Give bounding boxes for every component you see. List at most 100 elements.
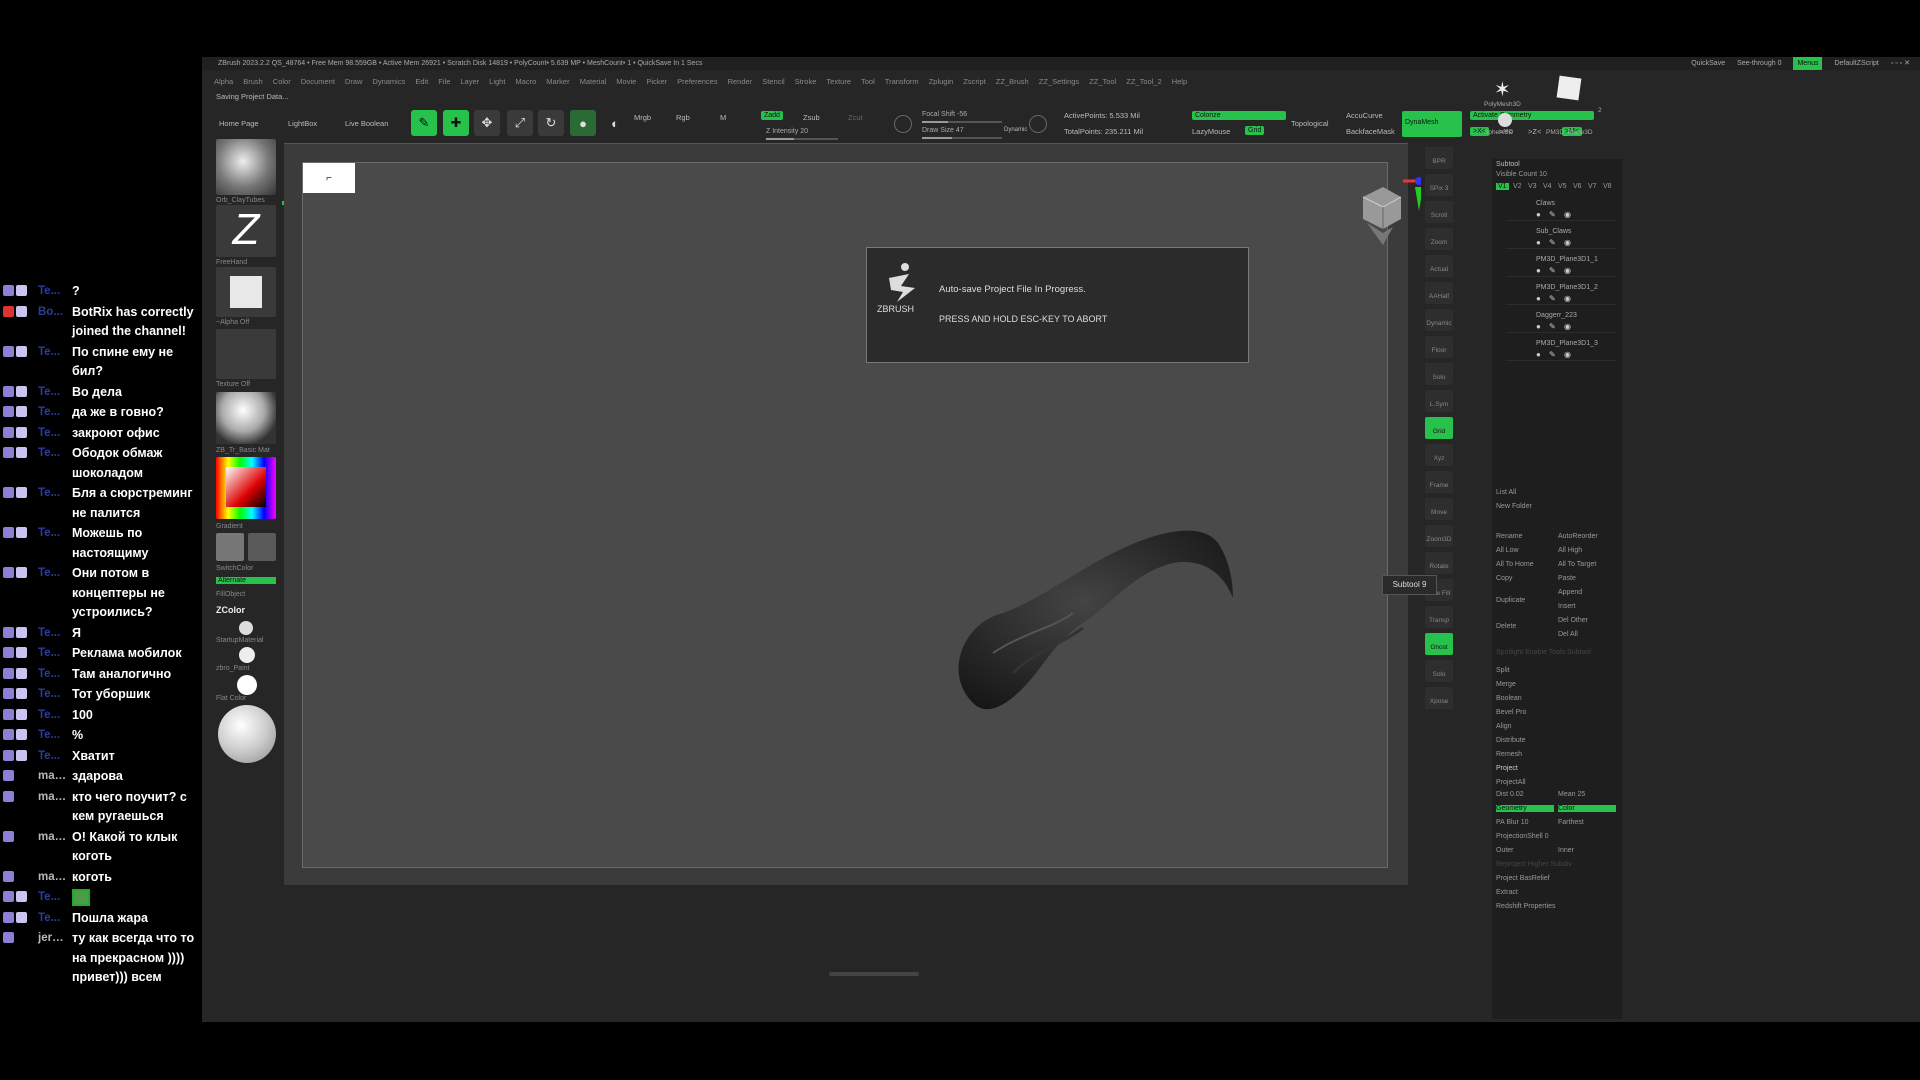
shelf-button-bpr[interactable]: BPR [1425,147,1453,169]
op-remesh[interactable]: Remesh [1496,751,1522,758]
shelf-button-frame[interactable]: Frame [1425,471,1453,493]
topological-button[interactable]: Topological [1291,119,1329,128]
fillobject-button[interactable]: FillObject [216,591,245,598]
visibility-tab-v6[interactable]: V6 [1571,183,1584,190]
visibility-tab-v4[interactable]: V4 [1541,183,1554,190]
menu-alpha[interactable]: Alpha [214,77,233,89]
material-sphere-button[interactable]: ● [570,110,596,136]
focal-shift-slider[interactable]: Focal Shift -56 [922,111,1002,123]
chat-username[interactable]: Bo... [38,303,68,323]
shelf-button-floor[interactable]: Floor [1425,336,1453,358]
menu-help[interactable]: Help [1172,77,1187,89]
grid-button[interactable]: Grid [1245,126,1265,135]
op-split[interactable]: Split [1496,667,1510,674]
menu-color[interactable]: Color [273,77,291,89]
plane-icon[interactable] [1556,75,1582,101]
action-all-to-target[interactable]: All To Target [1558,561,1596,568]
chat-username[interactable]: magi... [38,788,68,808]
menu-zz_brush[interactable]: ZZ_Brush [996,77,1029,89]
m-button[interactable]: M [720,113,726,122]
op-project[interactable]: Project [1496,765,1518,772]
shelf-button-xpose[interactable]: Xpose [1425,687,1453,709]
stroke-icon[interactable]: Z [216,205,276,257]
op-bevel-pro[interactable]: Bevel Pro [1496,709,1526,716]
shelf-button-l-sym[interactable]: L.Sym [1425,390,1453,412]
subtool-item[interactable]: Sub_Claws ● ✎ ◉ [1506,225,1616,249]
navigation-thumbnail[interactable]: ⌐ [303,163,355,193]
menu-picker[interactable]: Picker [646,77,667,89]
shelf-button-solo[interactable]: Solo [1425,363,1453,385]
menu-stencil[interactable]: Stencil [762,77,785,89]
shelf-button-ghost[interactable]: Ghost [1425,633,1453,655]
chat-username[interactable]: magi... [38,828,68,848]
chat-username[interactable]: Te... [38,343,68,363]
chat-username[interactable]: Te... [38,484,68,504]
menu-dynamics[interactable]: Dynamics [372,77,405,89]
subtool-toggle-icons[interactable]: ● ✎ ◉ [1536,294,1574,303]
chat-username[interactable]: Te... [38,424,68,444]
visibility-tab-v7[interactable]: V7 [1586,183,1599,190]
rgb-button[interactable]: Rgb [676,113,690,122]
zadd-button[interactable]: Zadd [761,111,783,120]
shelf-button-xyz[interactable]: Xyz [1425,444,1453,466]
chat-username[interactable]: Te... [38,383,68,403]
dynamic-button[interactable]: Dynamic [1004,127,1027,133]
lightbox-button[interactable]: LightBox [288,119,317,128]
menu-zz_tool_2[interactable]: ZZ_Tool_2 [1126,77,1161,89]
reproject-button[interactable]: Reproject Higher Subdiv [1496,861,1572,868]
chat-username[interactable]: Te... [38,624,68,644]
subtool-toggle-icons[interactable]: ● ✎ ◉ [1536,350,1574,359]
mrgb-button[interactable]: Mrgb [634,113,651,122]
main-color-swatch[interactable] [216,533,244,561]
secondary-color-swatch[interactable] [248,533,276,561]
visibility-tab-v8[interactable]: V8 [1601,183,1614,190]
lazymouse-button[interactable]: LazyMouse [1192,127,1230,136]
chat-username[interactable]: Te... [38,564,68,584]
shelf-button-move[interactable]: Move [1425,498,1453,520]
subtool-toggle-icons[interactable]: ● ✎ ◉ [1536,238,1574,247]
menu-marker[interactable]: Marker [546,77,569,89]
chat-username[interactable]: Te... [38,685,68,705]
action-del-other[interactable]: Del Other [1558,617,1588,624]
menu-tool[interactable]: Tool [861,77,875,89]
menu-material[interactable]: Material [580,77,607,89]
zsub-button[interactable]: Zsub [803,113,820,122]
edit-button[interactable]: ✎ [411,110,437,136]
shelf-button-rotate[interactable]: Rotate [1425,552,1453,574]
mean-slider[interactable]: Mean 25 [1558,791,1585,798]
backface-mask-button[interactable]: BackfaceMask [1346,127,1395,136]
visibility-tab-v1[interactable]: V1 [1496,183,1509,190]
menu-texture[interactable]: Texture [826,77,851,89]
chat-username[interactable]: Te... [38,644,68,664]
draw-size-slider[interactable]: Draw Size 47 [922,127,1002,139]
action-all-high[interactable]: All High [1558,547,1582,554]
chat-username[interactable]: Te... [38,726,68,746]
chat-username[interactable]: Te... [38,403,68,423]
alternate-button[interactable]: Alternate [216,577,276,584]
shelf-button-zoom3d[interactable]: Zoom3D [1425,525,1453,547]
menu-zscript[interactable]: Zscript [963,77,986,89]
accucurve-button[interactable]: AccuCurve [1346,111,1383,120]
visibility-tab-v5[interactable]: V5 [1556,183,1569,190]
texture-icon[interactable] [216,329,276,379]
menu-movie[interactable]: Movie [616,77,636,89]
list-all-button[interactable]: List All [1496,489,1516,496]
action-copy[interactable]: Copy [1496,575,1512,582]
action-rename[interactable]: Rename [1496,533,1522,540]
visibility-tab-v3[interactable]: V3 [1526,183,1539,190]
color-picker[interactable] [216,457,276,519]
projection-shell-slider[interactable]: ProjectionShell 0 [1496,833,1549,840]
draw-button[interactable]: ✚ [443,110,469,136]
subtool-header[interactable]: Subtool [1496,161,1520,168]
subtool-item[interactable]: Daggerr_223 ● ✎ ◉ [1506,309,1616,333]
menu-zplugin[interactable]: Zplugin [929,77,954,89]
paint-material-icon[interactable] [239,647,255,663]
home-page-button[interactable]: Home Page [219,119,259,128]
shelf-button-zoom[interactable]: Zoom [1425,228,1453,250]
action-paste[interactable]: Paste [1558,575,1576,582]
geometry-toggle[interactable]: Geometry [1496,805,1554,812]
inner-toggle[interactable]: Inner [1558,847,1574,854]
chat-username[interactable]: Te... [38,444,68,464]
project-all-button[interactable]: ProjectAll [1496,779,1526,786]
farthest-toggle[interactable]: Farthest [1558,819,1584,826]
